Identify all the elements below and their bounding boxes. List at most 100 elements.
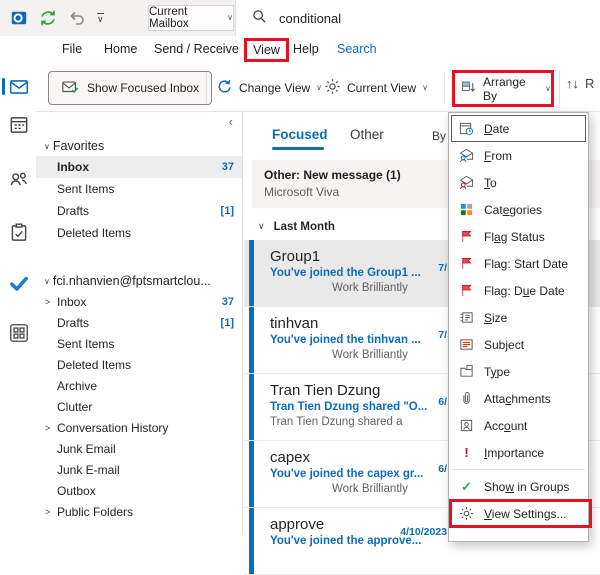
- folder-junk-email[interactable]: Junk Email: [36, 438, 242, 459]
- arrange-by-label[interactable]: Arrange By: [483, 75, 539, 103]
- favorites-label: Favorites: [52, 139, 105, 153]
- menu-item-label: From: [484, 148, 513, 163]
- tab-search[interactable]: Search: [337, 42, 377, 56]
- menu-item-show-in-groups[interactable]: ✓ Show in Groups: [451, 473, 586, 500]
- folder-outbox[interactable]: Outbox: [36, 480, 242, 501]
- chevron-down-icon: ∨: [258, 221, 265, 232]
- rail-calendar-button[interactable]: [8, 114, 30, 136]
- expand-chevron-icon[interactable]: >: [45, 507, 50, 517]
- rail-people-button[interactable]: [8, 168, 30, 190]
- folder-inbox[interactable]: > Inbox 37: [36, 291, 242, 312]
- menu-item-type[interactable]: Type: [451, 358, 586, 385]
- apps-grid-icon: [10, 324, 28, 342]
- sync-icon[interactable]: [39, 9, 57, 27]
- menu-item-attachments[interactable]: Attachments: [451, 385, 586, 412]
- menu-item-label: Subject: [484, 337, 525, 352]
- tab-help[interactable]: Help: [293, 42, 319, 56]
- attachments-paperclip-icon: [458, 391, 475, 406]
- search-input[interactable]: conditional: [235, 0, 600, 36]
- chevron-down-icon: ∨: [545, 83, 551, 93]
- folder-drafts[interactable]: Drafts [1]: [36, 312, 242, 333]
- reverse-sort-button[interactable]: ↑↓ R: [566, 76, 594, 91]
- tab-other[interactable]: Other: [350, 127, 384, 142]
- menu-item-flag-start-date[interactable]: Flag: Start Date: [451, 250, 586, 277]
- menu-item-account[interactable]: Account: [451, 412, 586, 439]
- current-view-button[interactable]: Current View ∨: [324, 71, 428, 105]
- undo-icon[interactable]: [68, 9, 86, 27]
- unread-indicator: [249, 239, 254, 306]
- show-focused-inbox-button[interactable]: Show Focused Inbox: [48, 71, 213, 105]
- folder-archive[interactable]: Archive: [36, 375, 242, 396]
- menu-item-view-settings[interactable]: View Settings...: [449, 499, 592, 528]
- menu-item-label: Flag: Due Date: [484, 283, 565, 298]
- unread-count: [1]: [220, 316, 234, 329]
- date-calendar-icon: [458, 121, 475, 136]
- menu-item-flag-status[interactable]: Flag Status: [451, 223, 586, 250]
- menu-item-subject[interactable]: Subject: [451, 331, 586, 358]
- mailbox-scope-dropdown[interactable]: Current Mailbox ∨: [148, 5, 234, 31]
- message-sender: tinhvan: [270, 314, 319, 332]
- to-envelope-person-icon: [458, 175, 475, 190]
- menu-item-importance[interactable]: ! Importance: [451, 439, 586, 466]
- folder-junk-e-mail[interactable]: Junk E-mail: [36, 459, 242, 480]
- folder-favorites-sent-items[interactable]: Sent Items: [36, 178, 242, 200]
- folder-sent-items[interactable]: Sent Items: [36, 333, 242, 354]
- folder-name: Deleted Items: [57, 357, 132, 372]
- folder-public-folders[interactable]: > Public Folders: [36, 501, 242, 522]
- rail-mail-button[interactable]: [8, 76, 30, 98]
- categories-icon: [458, 202, 475, 217]
- unread-indicator: [249, 507, 254, 574]
- chevron-down-icon: ∨: [227, 13, 233, 22]
- expand-chevron-icon[interactable]: >: [45, 297, 50, 307]
- message-sender: Group1: [270, 247, 321, 265]
- folder-clutter[interactable]: Clutter: [36, 396, 242, 417]
- message-subject: Tran Tien Dzung shared "O...: [270, 401, 428, 414]
- folder-deleted-items[interactable]: Deleted Items: [36, 354, 242, 375]
- menu-item-label: Type: [484, 364, 511, 379]
- change-view-button[interactable]: Change View ∨: [216, 71, 322, 105]
- tab-file[interactable]: File: [62, 42, 82, 56]
- rail-tasks-button[interactable]: [8, 222, 30, 244]
- tab-send-receive[interactable]: Send / Receive: [154, 42, 239, 56]
- tab-home[interactable]: Home: [104, 42, 137, 56]
- favorites-header[interactable]: ∨ Favorites: [36, 136, 242, 156]
- flag-icon: [458, 256, 475, 271]
- customize-toolbar-icon[interactable]: ∨: [97, 13, 104, 24]
- rail-todo-button[interactable]: [8, 272, 30, 294]
- search-icon: [252, 9, 267, 27]
- menu-item-flag-due-date[interactable]: Flag: Due Date: [451, 277, 586, 304]
- menu-item-date[interactable]: Date: [451, 115, 586, 142]
- menu-item-label: View Settings...: [484, 506, 567, 521]
- expand-chevron-icon[interactable]: >: [45, 423, 50, 433]
- account-header[interactable]: ∨ fci.nhanvien@fptsmartclou...: [36, 271, 242, 291]
- collapse-pane-icon[interactable]: ‹: [229, 114, 233, 129]
- arrange-by-highlight-box: Arrange By ∨: [452, 70, 554, 107]
- folder-conversation-history[interactable]: > Conversation History: [36, 417, 242, 438]
- ribbon-separator: [206, 72, 207, 104]
- tab-focused[interactable]: Focused: [272, 127, 328, 142]
- unread-count: 37: [221, 295, 234, 308]
- menu-item-label: To: [484, 175, 497, 190]
- menu-item-categories[interactable]: Categories: [451, 196, 586, 223]
- tab-view[interactable]: View: [253, 43, 280, 57]
- folder-favorites-drafts[interactable]: Drafts [1]: [36, 200, 242, 222]
- folder-favorites-deleted-items[interactable]: Deleted Items: [36, 222, 242, 244]
- checkmark-icon: ✓: [461, 478, 472, 494]
- menu-item-from[interactable]: From: [451, 142, 586, 169]
- size-icon: [458, 310, 475, 325]
- rail-apps-button[interactable]: [8, 322, 30, 344]
- message-date: 6/: [438, 462, 447, 475]
- menu-item-label: Importance: [484, 445, 545, 460]
- message-preview: Work Brilliantly: [332, 349, 408, 362]
- from-envelope-person-icon: [458, 148, 475, 163]
- sort-by-dropdown[interactable]: By: [432, 129, 446, 143]
- menu-item-to[interactable]: To: [451, 169, 586, 196]
- people-icon: [10, 172, 27, 186]
- quick-access-toolbar: ∨: [10, 0, 104, 36]
- calendar-icon: [10, 117, 28, 133]
- folder-name: Inbox: [57, 160, 89, 174]
- chevron-down-icon: ∨: [316, 83, 323, 92]
- folder-favorites-inbox[interactable]: Inbox 37: [36, 156, 242, 178]
- view-settings-gear-icon: [458, 506, 475, 521]
- menu-item-size[interactable]: Size: [451, 304, 586, 331]
